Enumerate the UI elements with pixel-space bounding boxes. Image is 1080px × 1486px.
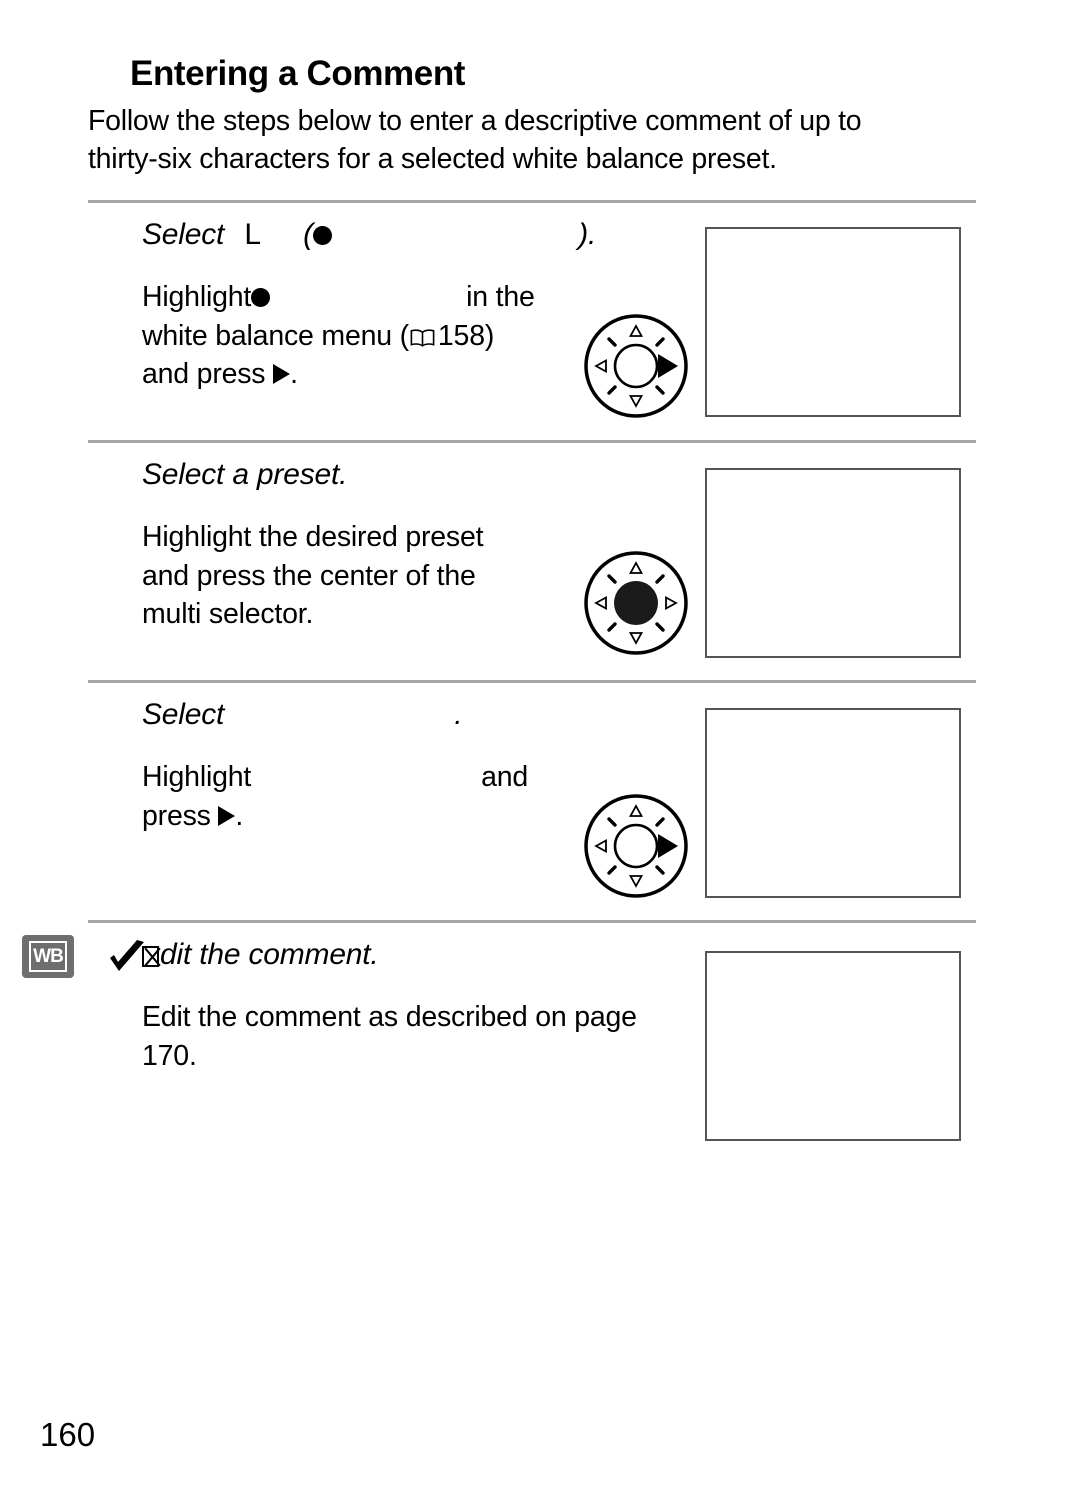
step-3-title: Select. bbox=[142, 698, 463, 732]
step-2-body-line-3: multi selector. bbox=[142, 598, 314, 630]
multi-selector-dial-icon bbox=[582, 549, 690, 657]
step-1-line2-b: ) bbox=[484, 319, 495, 352]
step-1-screenshot-placeholder bbox=[705, 227, 961, 417]
step-1-line3-b: . bbox=[290, 358, 298, 390]
divider-rule-3 bbox=[88, 920, 976, 923]
step-1-line2-a: white balance menu ( bbox=[142, 319, 409, 352]
step-1-page-ref: 158 bbox=[437, 319, 485, 352]
step-3-screenshot-placeholder bbox=[705, 708, 961, 898]
step-4-title: dit the comment. bbox=[142, 938, 379, 972]
step-1-title: Select L ( ). bbox=[142, 218, 596, 252]
step-1-body-line-3: and press . bbox=[142, 355, 572, 394]
step-1-title-paren-close: ). bbox=[578, 218, 597, 251]
checkmark-icon bbox=[107, 938, 147, 978]
side-tab-wb[interactable]: WB bbox=[22, 935, 74, 978]
triangle-right-icon bbox=[273, 364, 291, 384]
step-4-title-text: dit the comment. bbox=[160, 938, 379, 971]
step-1-title-prefix: Select bbox=[142, 218, 225, 251]
step-1-body-line-2: white balance menu ( 158) bbox=[142, 317, 572, 356]
step-2-title: Select a preset. bbox=[142, 458, 348, 491]
step-3-line2-b: . bbox=[235, 799, 244, 832]
step-2-body-line-1: Highlight the desired preset bbox=[142, 521, 484, 553]
intro-paragraph: Follow the steps below to enter a descri… bbox=[88, 102, 968, 178]
filled-circle-icon bbox=[312, 226, 332, 245]
filled-circle-icon bbox=[251, 288, 271, 307]
missing-glyph-box-icon bbox=[142, 946, 159, 967]
step-4-body: Edit the comment as described on page 17… bbox=[142, 998, 702, 1075]
divider-rule-1 bbox=[88, 440, 976, 443]
step-1-body: Highlight in the white balance menu ( 158)… bbox=[142, 278, 572, 394]
intro-line-1: Follow the steps below to enter a descri… bbox=[88, 105, 862, 137]
step-1-body-line-1: Highlight in the bbox=[142, 278, 572, 317]
side-tab-wb-label: WB bbox=[29, 941, 67, 972]
step-3-line1-b: and bbox=[481, 761, 529, 793]
step-2-body-line-2: and press the center of the bbox=[142, 559, 476, 592]
page-number: 160 bbox=[40, 1416, 96, 1453]
step-3-body: Highlight and press . bbox=[142, 758, 572, 835]
step-3-line1-a: Highlight bbox=[142, 761, 252, 793]
divider-rule-top bbox=[88, 200, 976, 203]
step-2-body: Highlight the desired preset and press t… bbox=[142, 518, 572, 634]
step-3-body-line-2: press . bbox=[142, 797, 572, 836]
step-1-title-paren-open: ( bbox=[303, 218, 313, 251]
step-2-screenshot-placeholder bbox=[705, 468, 961, 658]
manual-page: Entering a Comment Follow the steps belo… bbox=[0, 0, 1080, 1486]
step-4-screenshot-placeholder bbox=[705, 951, 961, 1141]
divider-rule-2 bbox=[88, 680, 976, 683]
multi-selector-dial-icon bbox=[582, 312, 690, 420]
step-1-line3-a: and press bbox=[142, 358, 266, 390]
intro-line-2: thirty-six characters for a selected whi… bbox=[88, 143, 777, 175]
step-1-title-symbol: L bbox=[244, 218, 261, 251]
book-reference-icon bbox=[410, 328, 435, 347]
step-3-body-line-1: Highlight and bbox=[142, 758, 572, 797]
step-1-line1-a: Highlight bbox=[142, 281, 252, 313]
step-3-title-prefix: Select bbox=[142, 698, 225, 731]
step-1-line1-b: in the bbox=[466, 281, 535, 313]
step-3-line2-a: press bbox=[142, 799, 211, 832]
multi-selector-dial-icon bbox=[582, 792, 690, 900]
step-3-title-suffix: . bbox=[454, 698, 463, 731]
step-4-body-line-2: 170. bbox=[142, 1039, 197, 1072]
page-title: Entering a Comment bbox=[130, 54, 466, 93]
step-4-body-line-1: Edit the comment as described on page bbox=[142, 1001, 637, 1033]
triangle-right-icon bbox=[218, 805, 236, 826]
